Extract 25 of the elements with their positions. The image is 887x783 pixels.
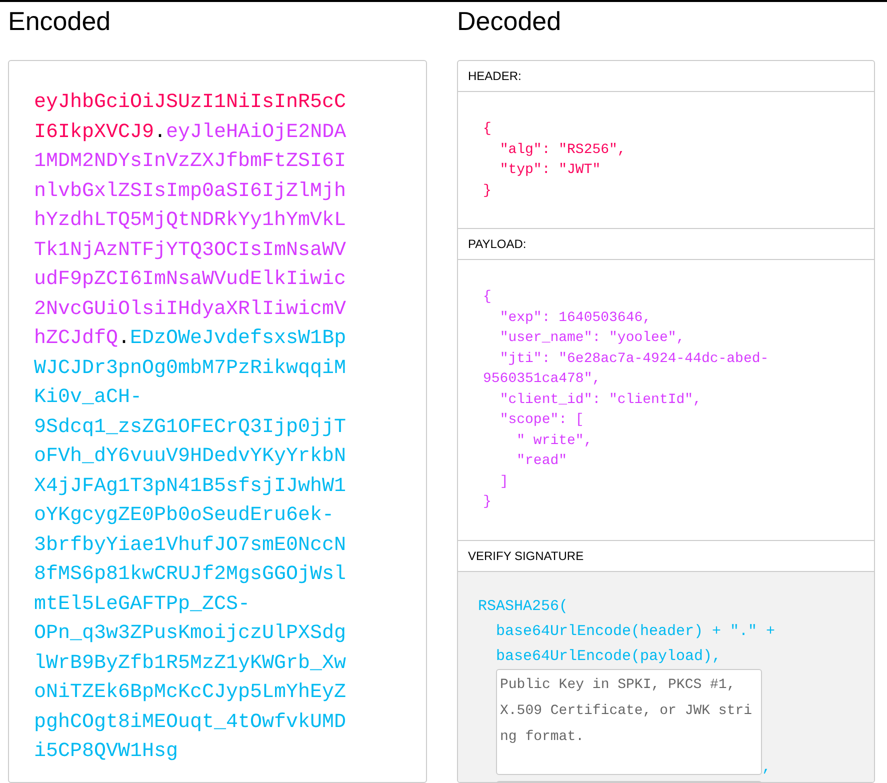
json-line: "scope": [ — [498, 411, 585, 430]
comma: , — [762, 760, 772, 774]
encoded-title: Encoded — [8, 5, 112, 38]
json-line: "client_id": "clientId", — [498, 390, 702, 410]
code-line: base64UrlEncode(payload), — [495, 646, 722, 666]
json-line: "user_name": "yoolee", — [498, 329, 686, 348]
public-key-field[interactable]: Public Key in SPKI, PKCS #1, X.509 Certificate, or JWK string format. — [496, 668, 762, 774]
encoded-token: eyJhbGciOiJSUzI1NiIsInR5cCI6IkpXVCJ9.eyJleHAiOjE2NDA1MDM2NDYsInVzZXJfbmFtZSI6InlvbGxlZSIsImp0aSI6IjZlMjhhYzdhLTQ5MjQtNDRkYy1hYmVkLTk1NjAzNTFjYTQ3OCIsImNsaWVudF9pZCI6ImNsaWVudElkIiwic2NvcGUiOlsiIHdyaXRlIiwicmVhZCJdfQ.EDzOWeJvdefsxsW1BpWJCJDr3pnOg0mbM7PzRikwqqiMKi0v_aCH-9Sdcq1_zsZG1OFECrQ3Ijp0jjToFVh_dY6vuuV9HDedvYKyYrkbNX4jJFAg1T3pN41B5sfsjIJwhW1oYKgcygZE0Pb0oSeudEru6ek-3brfbyYiae1VhufJO7smE0NccN8fMS6p81kwCRUJf2MgsGGOjWslmtEl5LeGAFTPp_ZCS-OPn_q3w3ZPusKmoijczUlPXSdglWrB9ByZfb1R5MzZ1yKWGrb_XwoNiTZEk6BpMcKcCJyp5LmYhEyZpghCOgt8iMEOuqt_4tOwfvkUMDi5CP8QVW1Hsg — [34, 90, 348, 765]
section-label: PAYLOAD: — [468, 236, 526, 253]
json-line: ] — [498, 472, 510, 492]
json-line: } — [483, 182, 492, 200]
json-line: " write", — [516, 432, 594, 450]
json-line: "read" — [516, 452, 568, 471]
section-label: HEADER: — [468, 68, 522, 85]
code-line: RSASHA256( — [478, 596, 570, 616]
json-line: { — [483, 288, 492, 307]
section-label: VERIFY SIGNATURE — [468, 548, 584, 564]
json-line: "typ": "JWT" — [498, 161, 602, 180]
decoded-title: Decoded — [457, 5, 562, 38]
json-line: "exp": 1640503646, — [498, 308, 652, 328]
json-line: "alg": "RS256", — [498, 140, 627, 160]
json-line: { — [483, 120, 492, 139]
code-line: base64UrlEncode(header) + "." + — [495, 622, 776, 642]
json-line: "jti": "6e28ac7a-4924-44dc-abed-9560351ca478", — [483, 350, 770, 389]
json-line: } — [483, 493, 492, 512]
